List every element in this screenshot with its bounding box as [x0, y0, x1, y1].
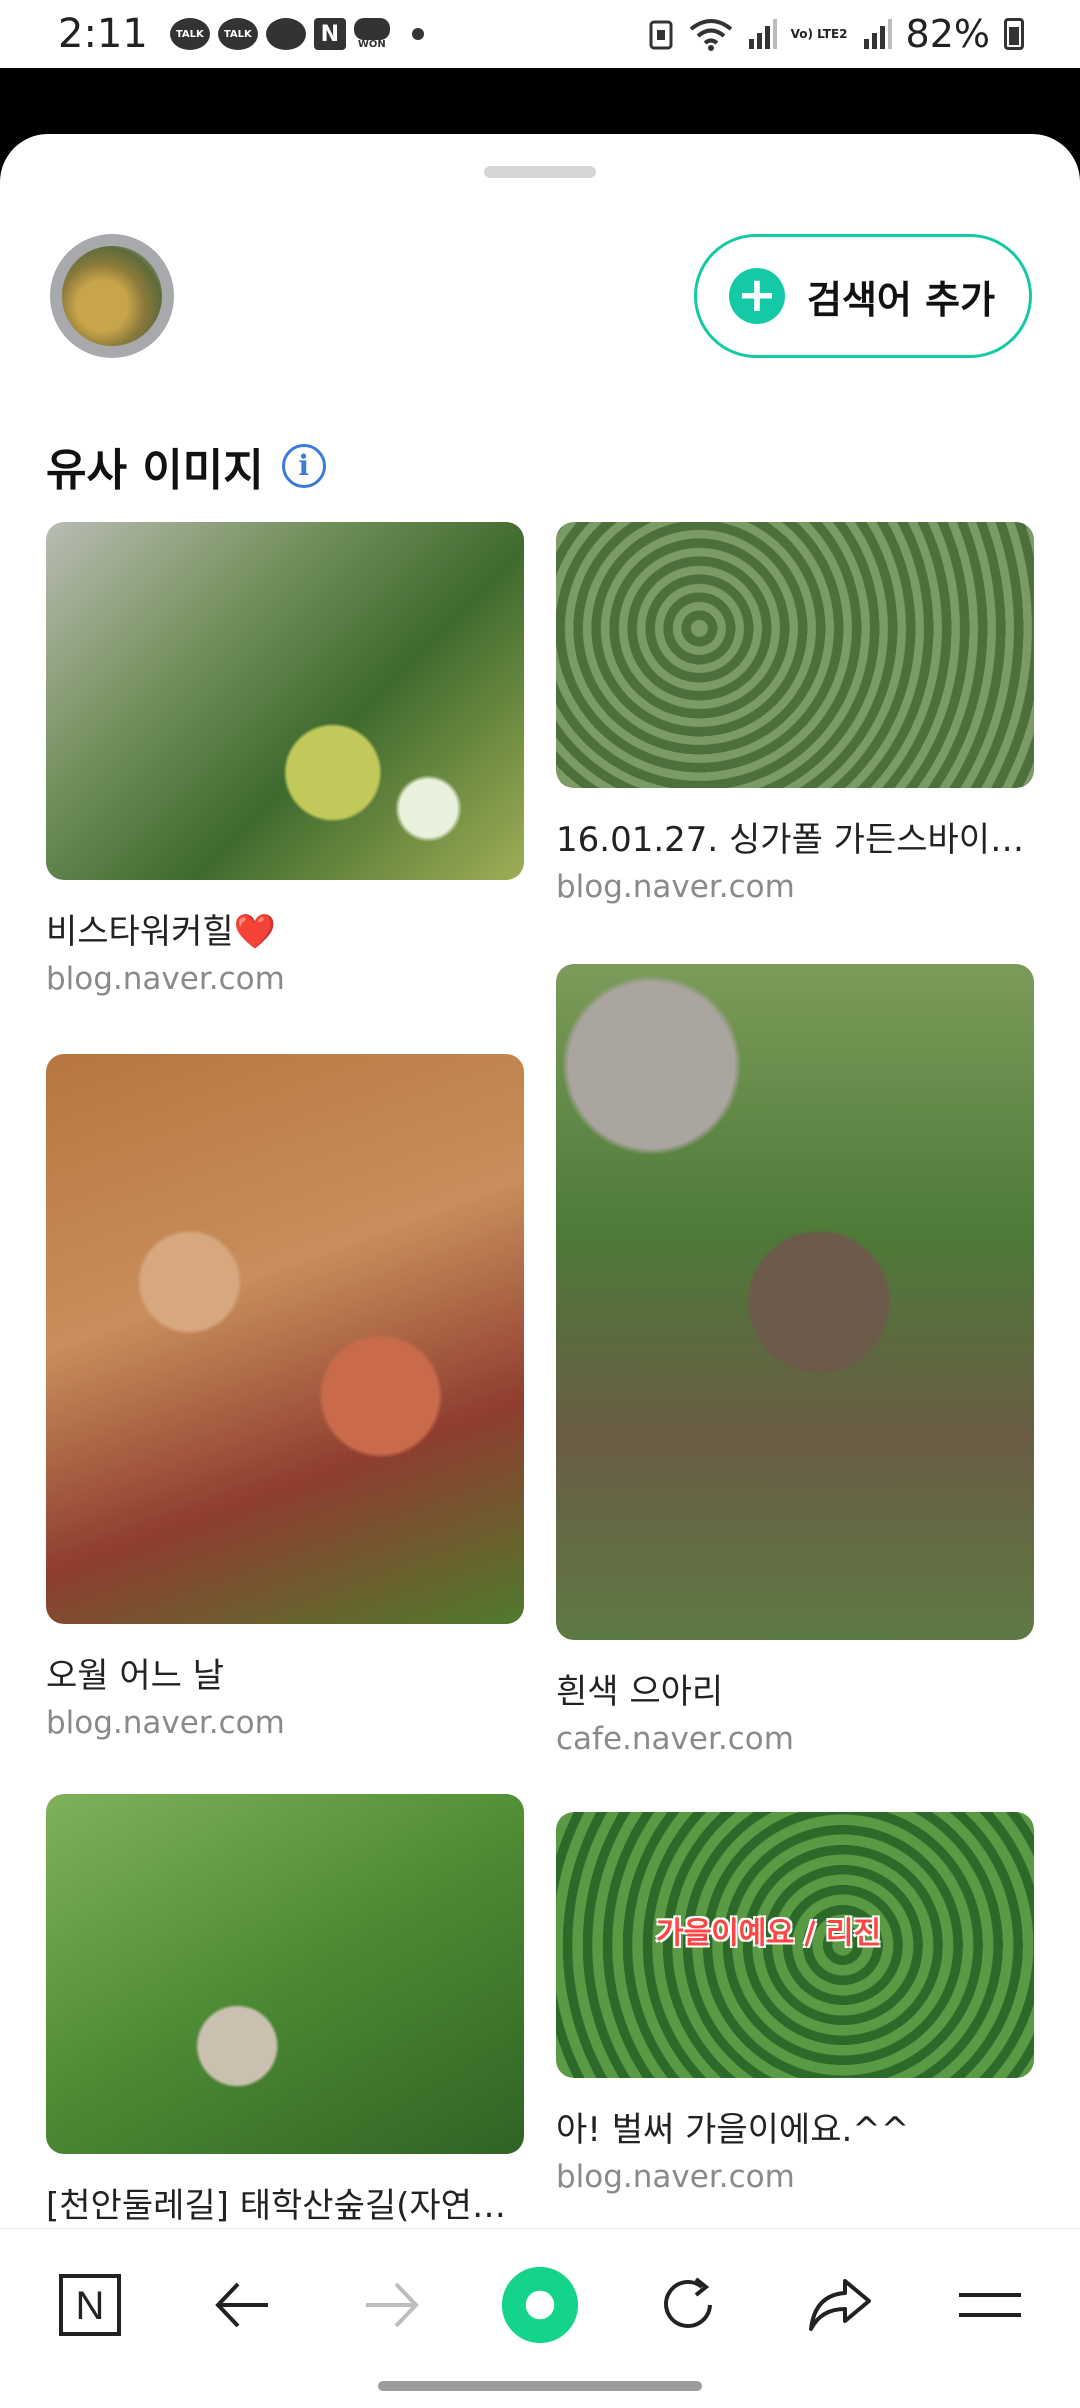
result-source: blog.naver.com	[46, 961, 285, 997]
result-caption[interactable]: 아! 벌써 가을이에요.^^	[556, 2102, 1034, 2151]
section-title: 유사 이미지 i	[46, 434, 326, 498]
result-source: blog.naver.com	[556, 869, 795, 905]
result-image[interactable]	[46, 1054, 524, 1624]
plus-icon: +	[729, 268, 785, 324]
system-home-indicator[interactable]	[378, 2381, 702, 2391]
kakaotalk-icon: TALK	[217, 18, 258, 50]
query-image-thumbnail[interactable]	[50, 234, 174, 358]
naver-icon: N	[313, 18, 346, 50]
forward-button[interactable]	[352, 2265, 432, 2345]
add-keyword-label: 검색어 추가	[807, 277, 996, 322]
chat-icon	[265, 18, 306, 50]
kakaotalk-icon: TALK	[169, 18, 210, 50]
result-source: blog.naver.com	[556, 2159, 795, 2195]
signal-icon	[863, 19, 892, 49]
result-image[interactable]	[46, 1794, 524, 2154]
result-source: blog.naver.com	[46, 1705, 285, 1741]
result-card[interactable]: [천안둘레길] 태학산숲길(자연휴...	[46, 1794, 524, 2228]
wifi-icon	[689, 19, 732, 51]
browser-bottom-nav: N	[0, 2228, 1080, 2408]
info-icon[interactable]: i	[281, 444, 326, 488]
status-time: 2:11	[58, 11, 148, 57]
back-button[interactable]	[202, 2265, 282, 2345]
refresh-icon	[664, 2277, 712, 2328]
notification-icons: TALK TALK N WON	[169, 18, 424, 50]
won-icon: WON	[353, 18, 390, 50]
result-card[interactable]: 흰색 으아리 cafe.naver.com	[556, 964, 1034, 1757]
naver-home-button[interactable]: N	[50, 2265, 130, 2345]
refresh-button[interactable]	[648, 2265, 728, 2345]
result-caption[interactable]: 16.01.27. 싱가폴 가든스바이더베...	[556, 812, 1034, 861]
naver-home-icon: N	[59, 2274, 121, 2336]
svg-text:N: N	[76, 2284, 105, 2328]
add-keyword-button[interactable]: + 검색어 추가	[694, 234, 1032, 358]
result-card[interactable]: 비스타워커힐❤️ blog.naver.com	[46, 522, 524, 997]
share-button[interactable]	[800, 2265, 880, 2345]
menu-button[interactable]	[950, 2265, 1030, 2345]
image-overlay-text: 가을이예요 / 리진	[656, 1916, 882, 1951]
more-notifications-icon	[411, 28, 424, 40]
forward-arrow-icon	[366, 2282, 419, 2328]
share-icon	[809, 2279, 871, 2331]
result-caption[interactable]: 비스타워커힐❤️	[46, 904, 524, 953]
result-card[interactable]: 16.01.27. 싱가폴 가든스바이더베... blog.naver.com	[556, 522, 1034, 905]
volte-label: Vo) LTE2	[790, 26, 848, 41]
result-image[interactable]	[46, 522, 524, 880]
green-dot-button[interactable]	[500, 2265, 580, 2345]
result-image[interactable]	[556, 964, 1034, 1640]
vibrate-icon	[649, 20, 673, 50]
result-card[interactable]: 가을이예요 / 리진 아! 벌써 가을이에요.^^ blog.naver.com	[556, 1812, 1034, 2195]
drag-handle[interactable]	[484, 166, 596, 178]
result-caption[interactable]: [천안둘레길] 태학산숲길(자연휴...	[46, 2178, 524, 2227]
section-title-text: 유사 이미지	[46, 445, 264, 496]
battery-icon	[1004, 18, 1024, 50]
signal-icon	[748, 19, 777, 49]
similar-images-sheet: + 검색어 추가 유사 이미지 i 비스타워커힐❤️ blog.naver.co…	[0, 134, 1080, 2228]
status-bar: 2:11 TALK TALK N WON Vo) LTE2 82%	[0, 0, 1080, 68]
green-dot-icon	[501, 2266, 579, 2344]
result-caption[interactable]: 흰색 으아리	[556, 1664, 1034, 1713]
battery-percent: 82%	[905, 12, 990, 56]
result-image[interactable]	[556, 522, 1034, 788]
result-card[interactable]: 오월 어느 날 blog.naver.com	[46, 1054, 524, 1741]
result-caption[interactable]: 오월 어느 날	[46, 1648, 524, 1697]
menu-icon	[959, 2293, 1021, 2317]
system-icons: Vo) LTE2 82%	[647, 12, 1024, 56]
result-image[interactable]: 가을이예요 / 리진	[556, 1812, 1034, 2078]
back-arrow-icon	[215, 2282, 268, 2328]
result-source: cafe.naver.com	[556, 1721, 794, 1757]
